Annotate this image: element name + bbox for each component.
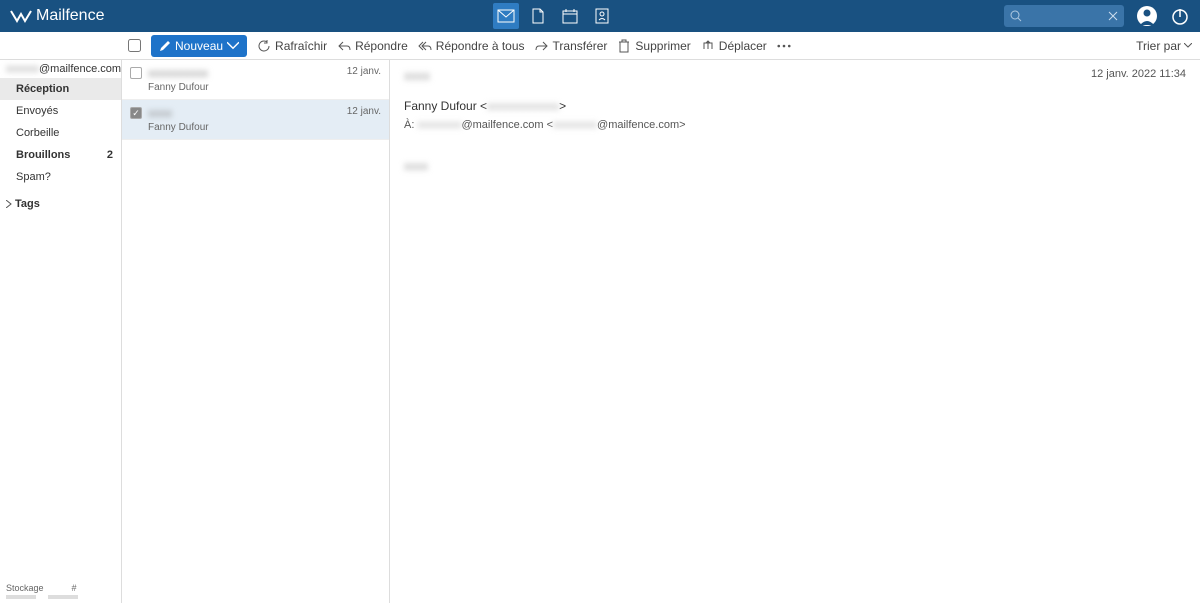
reply-all-icon <box>418 39 432 53</box>
chevron-right-icon <box>6 200 12 208</box>
mail-date: 12 janv. <box>347 66 381 80</box>
storage-bar-2 <box>48 595 78 599</box>
chevron-down-icon <box>227 40 239 52</box>
document-icon <box>531 8 545 24</box>
mail-date: 12 janv. <box>347 106 381 120</box>
power-icon[interactable] <box>1170 6 1190 26</box>
account-user-hidden: xxxxxx <box>6 63 39 75</box>
forward-icon <box>535 39 549 53</box>
mail-item[interactable]: xxxxxxxxxx 12 janv. Fanny Dufour <box>122 60 389 100</box>
sidebar: xxxxxx@mailfence.com Réception Envoyés C… <box>0 60 122 603</box>
tab-mail[interactable] <box>493 3 519 29</box>
search-icon <box>1010 10 1022 22</box>
mail-checkbox[interactable]: ✓ <box>130 107 142 119</box>
mail-subject: xxxx <box>148 106 172 120</box>
brand-text: Mailfence <box>36 7 104 25</box>
reader-subject: xxxx <box>404 68 1186 83</box>
trash-icon <box>617 39 631 53</box>
clear-search-icon[interactable] <box>1108 11 1118 21</box>
brand-icon <box>10 7 32 25</box>
mail-toolbar: Nouveau Rafraîchir Répondre Répondre à t… <box>0 32 1200 60</box>
forward-button[interactable]: Transférer <box>535 39 608 53</box>
mail-item[interactable]: ✓ xxxx 12 janv. Fanny Dufour <box>122 100 389 140</box>
reply-icon <box>337 39 351 53</box>
move-icon <box>701 39 715 53</box>
folder-spam[interactable]: Spam? <box>0 166 121 188</box>
pencil-icon <box>159 40 171 52</box>
folder-sent[interactable]: Envoyés <box>0 100 121 122</box>
message-list: xxxxxxxxxx 12 janv. Fanny Dufour ✓ xxxx … <box>122 60 390 603</box>
search-input[interactable] <box>1026 10 1104 22</box>
reply-all-button[interactable]: Répondre à tous <box>418 39 525 53</box>
reply-button[interactable]: Répondre <box>337 39 408 53</box>
folder-inbox[interactable]: Réception <box>0 78 121 100</box>
reader-datetime: 12 janv. 2022 11:34 <box>1091 68 1186 80</box>
folder-drafts[interactable]: Brouillons2 <box>0 144 121 166</box>
app-tabs <box>493 3 615 29</box>
reader-from: Fanny Dufour <xxxxxxxxxxxx> <box>404 99 1186 113</box>
mail-subject: xxxxxxxxxx <box>148 66 208 80</box>
storage-indicator: Stockage # <box>0 579 121 603</box>
more-button[interactable] <box>777 39 791 53</box>
folder-trash[interactable]: Corbeille <box>0 122 121 144</box>
reader-to: À: xxxxxxxx@mailfence.com <xxxxxxxx@mail… <box>404 119 1186 131</box>
message-reader: xxxx 12 janv. 2022 11:34 Fanny Dufour <x… <box>390 60 1200 603</box>
delete-button[interactable]: Supprimer <box>617 39 690 53</box>
more-icon <box>777 39 791 53</box>
sort-button[interactable]: Trier par <box>1136 39 1192 53</box>
account-domain: @mailfence.com <box>39 63 121 75</box>
refresh-icon <box>257 39 271 53</box>
mail-checkbox[interactable] <box>130 67 142 79</box>
brand-logo[interactable]: Mailfence <box>10 7 104 25</box>
refresh-button[interactable]: Rafraîchir <box>257 39 327 53</box>
tab-calendar[interactable] <box>557 3 583 29</box>
storage-bar-1 <box>6 595 36 599</box>
mail-from: Fanny Dufour <box>148 122 381 133</box>
tab-documents[interactable] <box>525 3 551 29</box>
account-row[interactable]: xxxxxx@mailfence.com <box>0 60 121 78</box>
account-icon[interactable] <box>1136 5 1158 27</box>
calendar-icon <box>562 8 578 24</box>
tags-section[interactable]: Tags <box>0 192 121 216</box>
new-button[interactable]: Nouveau <box>151 35 247 57</box>
drafts-count: 2 <box>107 149 113 161</box>
move-button[interactable]: Déplacer <box>701 39 767 53</box>
new-button-label: Nouveau <box>175 39 223 53</box>
reader-body: xxxx <box>404 159 1186 173</box>
contacts-icon <box>594 8 610 24</box>
chevron-down-icon <box>1184 43 1192 48</box>
app-header: Mailfence <box>0 0 1200 32</box>
select-all-checkbox[interactable] <box>128 39 141 52</box>
mail-from: Fanny Dufour <box>148 82 381 93</box>
mail-icon <box>497 9 515 23</box>
tab-contacts[interactable] <box>589 3 615 29</box>
search-box[interactable] <box>1004 5 1124 27</box>
